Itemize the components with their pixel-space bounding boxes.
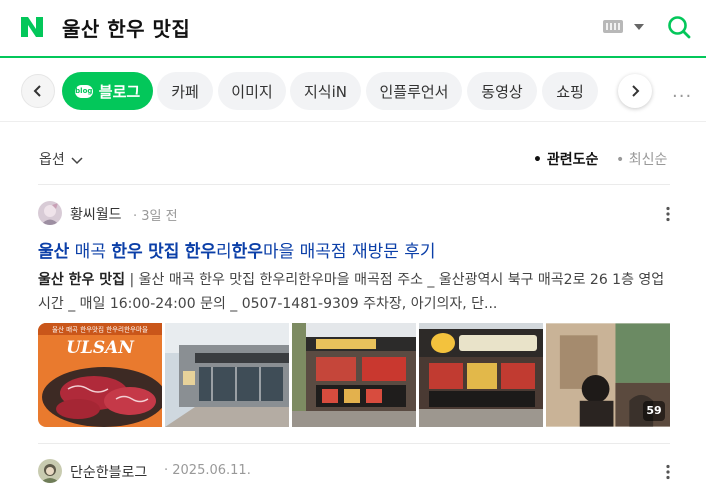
title-part: 울산 <box>38 242 70 262</box>
bullet-icon: • <box>616 152 629 168</box>
sort-relevance-label: 관련도순 <box>546 152 599 168</box>
search-query-text[interactable]: 울산 한우 맛집 <box>62 13 190 42</box>
divider <box>38 184 670 185</box>
kebab-menu-icon[interactable] <box>666 464 670 480</box>
keyboard-icon[interactable] <box>603 20 623 33</box>
more-menu-icon[interactable]: ··· <box>672 86 692 107</box>
tab-cafe[interactable]: 카페 <box>157 72 213 110</box>
title-part: 리 <box>216 242 232 262</box>
blog-icon: blog <box>74 84 93 98</box>
sort-relevance[interactable]: • 관련도순 <box>533 149 598 169</box>
bullet-icon: • <box>533 152 547 168</box>
tab-label: 동영상 <box>481 82 523 101</box>
thumbnail-image[interactable] <box>419 323 543 427</box>
sort-latest-label: 최신순 <box>628 152 668 168</box>
post-snippet[interactable]: 울산 한우 맛집 | 울산 매곡 한우 맛집 한우리한우마을 매곡점 주소 _ … <box>38 268 670 316</box>
tab-label: 이미지 <box>231 82 273 101</box>
post-author[interactable]: 황씨월드 <box>70 204 122 224</box>
tab-shopping[interactable]: 쇼핑 <box>542 72 598 110</box>
avatar[interactable] <box>38 201 62 225</box>
tabs-next-button[interactable] <box>618 74 652 108</box>
image-count-badge: 59 <box>643 401 665 421</box>
chevron-left-icon <box>33 85 41 97</box>
post-title-link[interactable]: 울산 매곡 한우 맛집 한우리한우마을 매곡점 재방문 후기 <box>38 237 436 262</box>
post-date: · 3일 전 <box>133 209 178 224</box>
naver-logo[interactable] <box>19 15 45 39</box>
tab-kin[interactable]: 지식iN <box>290 72 361 110</box>
chevron-right-icon <box>632 85 640 97</box>
title-part: 매곡 <box>69 242 112 262</box>
post-date-text: 3일 전 <box>141 209 178 224</box>
tab-images[interactable]: 이미지 <box>218 72 286 110</box>
thumbnail-image[interactable]: 울산 매곡 한우맛집 한우리한우마을 ULSAN <box>38 323 162 427</box>
tab-video[interactable]: 동영상 <box>467 72 537 110</box>
divider <box>38 443 670 444</box>
tab-label: 인플루언서 <box>379 82 449 101</box>
tab-label: 블로그 <box>98 82 141 101</box>
title-part: 한우 <box>111 242 143 262</box>
tabs-prev-button[interactable] <box>21 74 55 108</box>
tab-label: 카페 <box>171 82 199 101</box>
thumb-title: ULSAN <box>66 338 135 358</box>
tab-label: 지식iN <box>304 82 347 101</box>
kebab-menu-icon[interactable] <box>666 206 670 222</box>
post-thumbnails: 울산 매곡 한우맛집 한우리한우마을 ULSAN 59 <box>38 323 671 427</box>
search-header: 울산 한우 맛집 <box>0 0 706 58</box>
post-date: · 2025.06.11. <box>164 463 251 478</box>
search-icon[interactable] <box>667 15 691 39</box>
tab-label: 쇼핑 <box>556 82 584 101</box>
chevron-down-icon <box>71 156 83 164</box>
thumbnail-image[interactable] <box>165 323 289 427</box>
thumb-caption: 울산 매곡 한우맛집 한우리한우마을 <box>52 325 148 334</box>
options-dropdown[interactable]: 옵션 <box>39 149 83 169</box>
options-label: 옵션 <box>39 152 65 168</box>
post-date-text: 2025.06.11. <box>172 463 251 478</box>
tab-influencer[interactable]: 인플루언서 <box>366 72 462 110</box>
search-tabs: blog 블로그 카페 이미지 지식iN 인플루언서 동영상 쇼핑 <box>0 60 706 122</box>
tab-blog[interactable]: blog 블로그 <box>62 72 153 110</box>
title-part: 한우 <box>184 242 217 262</box>
chevron-down-icon[interactable] <box>634 24 644 30</box>
title-part: 맛집 <box>148 242 180 262</box>
avatar[interactable] <box>38 459 62 483</box>
sort-latest[interactable]: • 최신순 <box>616 149 667 169</box>
title-part: 마을 매곡점 재방문 후기 <box>262 242 436 262</box>
thumbnail-image[interactable] <box>292 323 416 427</box>
title-part: 한우 <box>231 242 263 262</box>
snippet-keyword: 울산 한우 맛집 <box>38 272 126 288</box>
post-author[interactable]: 단순한블로그 <box>70 462 147 482</box>
snippet-text: | 울산 매곡 한우 맛집 한우리한우마을 매곡점 주소 _ 울산광역시 북구 … <box>38 272 665 312</box>
